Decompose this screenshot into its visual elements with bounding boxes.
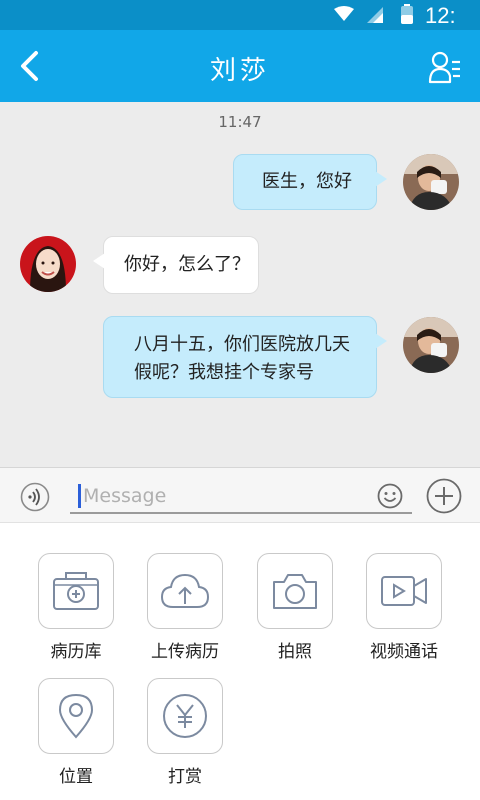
outgoing-message-bubble[interactable]: 八月十五，你们医院放几天 假呢？我想挂个专家号 xyxy=(103,316,387,398)
yuan-reward-icon xyxy=(163,694,207,738)
cloud-upload-icon xyxy=(160,573,210,608)
reward-tile[interactable]: 打赏 xyxy=(146,678,224,787)
incoming-message-bubble[interactable]: 你好，怎么了？ xyxy=(93,236,259,294)
video-call-tile[interactable]: 视频通话 xyxy=(365,553,443,662)
camera-icon xyxy=(273,574,317,609)
text-caret xyxy=(78,484,81,508)
my-avatar[interactable] xyxy=(403,154,459,210)
message-text: 你好，怎么了？ xyxy=(124,254,250,275)
location-pin-icon xyxy=(58,693,94,739)
header-bar: 刘莎 xyxy=(0,30,480,102)
message-input-wrapper xyxy=(70,480,412,514)
wifi-icon xyxy=(334,6,354,21)
status-bar: 12: xyxy=(0,0,480,30)
contact-profile-icon[interactable] xyxy=(428,50,462,84)
attachment-panel: 病历库 上传病历 拍照 视频通话 位置 打赏 xyxy=(0,523,480,800)
signal-icon xyxy=(367,7,383,23)
message-text-line: 假呢？我想挂个专家号 xyxy=(134,362,314,383)
medical-record-library-icon xyxy=(53,572,99,610)
tile-label: 病历库 xyxy=(50,642,102,662)
message-text-line: 八月十五，你们医院放几天 xyxy=(134,334,350,355)
location-tile[interactable]: 位置 xyxy=(37,678,115,787)
battery-icon xyxy=(401,4,413,24)
doctor-avatar[interactable] xyxy=(20,236,76,292)
bubble-tail xyxy=(375,171,387,187)
bubble-tail xyxy=(375,333,387,349)
user-photo-icon xyxy=(403,154,459,210)
my-avatar[interactable] xyxy=(403,317,459,373)
video-call-icon xyxy=(381,576,427,606)
voice-input-icon[interactable] xyxy=(20,482,50,512)
status-time: 12: xyxy=(425,3,456,28)
page-title: 刘莎 xyxy=(209,56,270,86)
tile-label: 位置 xyxy=(59,767,93,787)
tile-label: 视频通话 xyxy=(370,642,438,662)
message-text: 医生，您好 xyxy=(262,171,352,192)
emoji-icon[interactable] xyxy=(377,483,403,509)
bubble-tail xyxy=(93,253,105,269)
add-attachment-icon[interactable] xyxy=(426,478,462,514)
tile-button[interactable] xyxy=(257,553,333,629)
upload-medical-record-tile[interactable]: 上传病历 xyxy=(146,553,224,662)
tile-button[interactable] xyxy=(147,553,223,629)
tile-button[interactable] xyxy=(38,678,114,754)
tile-button[interactable] xyxy=(38,553,114,629)
tile-button[interactable] xyxy=(147,678,223,754)
chat-area[interactable]: 11:47 医生，您好 你好，怎么了？ 八月十五，你们医院放几天 假呢？我想挂个… xyxy=(0,102,480,467)
message-input[interactable] xyxy=(83,482,373,510)
take-photo-tile[interactable]: 拍照 xyxy=(256,553,334,662)
user-photo-icon xyxy=(403,317,459,373)
message-composer xyxy=(0,467,480,523)
message-timestamp: 11:47 xyxy=(218,113,262,131)
tile-label: 上传病历 xyxy=(151,642,219,662)
tile-button[interactable] xyxy=(366,553,442,629)
tile-label: 拍照 xyxy=(278,642,312,662)
outgoing-message-bubble[interactable]: 医生，您好 xyxy=(233,154,387,210)
tile-label: 打赏 xyxy=(168,767,202,787)
doctor-photo-icon xyxy=(20,236,76,292)
medical-records-library-tile[interactable]: 病历库 xyxy=(37,553,115,662)
